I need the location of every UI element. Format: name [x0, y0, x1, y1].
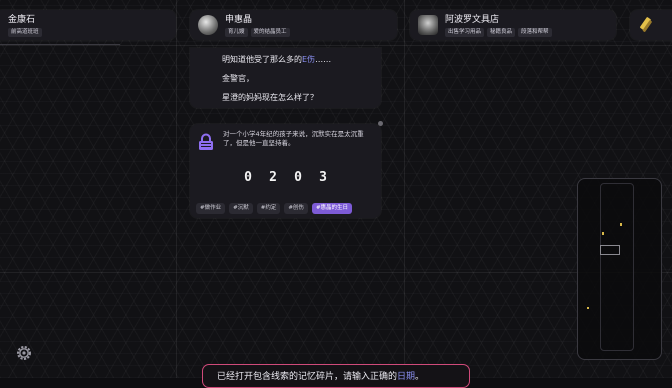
clue-option-selected[interactable]: #惠晶的生日	[311, 203, 353, 214]
clue-options: #做作业 #沉默 #约定 #创伤 #惠晶的生日	[196, 203, 353, 214]
contact-tag: 育儿嫂	[225, 27, 248, 37]
device-light	[602, 232, 604, 235]
chat-message-3: 星澄的妈妈现在怎么样了？	[222, 93, 318, 102]
contact-tag: 爱的结晶员工	[250, 27, 290, 37]
device-light	[620, 223, 622, 226]
lock-icon	[199, 133, 213, 150]
contact-tag: 前高道班班	[8, 27, 42, 37]
digit-2[interactable]: 2	[266, 170, 280, 186]
device-screen	[600, 183, 634, 351]
avatar	[198, 15, 218, 35]
divider	[0, 44, 120, 45]
contact-name: 阿波罗文具店	[445, 14, 500, 25]
contact-card-2[interactable]: 申惠晶 育儿嫂 爱的结晶员工	[190, 10, 397, 40]
contact-name: 申惠晶	[225, 14, 253, 25]
chat-message-1: 明知道他受了那么多的E伤……	[222, 55, 332, 64]
device-panel[interactable]	[577, 178, 662, 360]
contact-tag: 秘籍良品	[487, 27, 516, 37]
digit-1[interactable]: 0	[241, 170, 255, 186]
contact-tag: 出售学习用品	[445, 27, 485, 37]
grid-line	[0, 45, 672, 46]
grid-line	[176, 0, 177, 378]
device-slot	[600, 245, 620, 255]
clue-option[interactable]: #约定	[256, 203, 281, 214]
chat-message-2: 金警官，	[222, 74, 254, 83]
contact-tag: 段落和帮帮	[518, 27, 552, 37]
contact-card-4[interactable]	[630, 10, 672, 40]
clue-option[interactable]: #创伤	[284, 203, 308, 214]
gear-icon[interactable]	[14, 343, 34, 363]
digit-3[interactable]: 0	[291, 170, 305, 186]
grid-line	[0, 272, 672, 273]
clue-option[interactable]: #沉默	[229, 203, 253, 214]
shop-avatar	[418, 15, 438, 35]
pencil-icon	[640, 17, 652, 32]
contact-card-1[interactable]: 金康石 前高道班班	[0, 10, 176, 40]
hint-bar: 已经打开包含线索的记忆碎片，请输入正确的日期。	[202, 364, 470, 388]
device-light	[587, 307, 589, 309]
digit-4[interactable]: 3	[316, 170, 330, 186]
contact-name: 金康石	[8, 14, 36, 25]
puzzle-clue-text: 对一个小学4年纪的孩子来说，沉默实在是太沉重了，但是他一直坚持着。	[223, 130, 364, 147]
card-dot	[378, 121, 383, 126]
contact-card-3[interactable]: 阿波罗文具店 出售学习用品 秘籍良品 段落和帮帮	[410, 10, 616, 40]
clue-option[interactable]: #做作业	[196, 203, 226, 214]
grid-line	[404, 0, 405, 378]
